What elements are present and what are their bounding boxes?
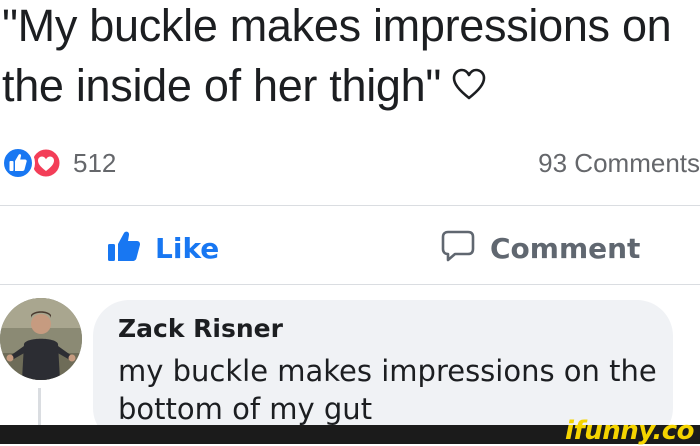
post-text-content: "My buckle makes impressions on the insi… — [2, 0, 672, 111]
heart-outline-icon — [451, 56, 487, 116]
avatar[interactable] — [0, 298, 82, 380]
reaction-count: 512 — [73, 148, 117, 178]
post-text: "My buckle makes impressions on the insi… — [2, 0, 698, 119]
ifunny-watermark: ifunny.co — [565, 416, 694, 446]
like-reaction-icon — [1, 146, 35, 180]
love-reaction-icon — [29, 146, 63, 180]
comment-author[interactable]: Zack Risner — [118, 314, 283, 343]
thumbs-up-icon — [105, 227, 143, 270]
comment-label: Comment — [490, 231, 641, 265]
divider — [0, 205, 700, 206]
like-label: Like — [155, 231, 220, 265]
thread-line — [38, 388, 41, 428]
comment-button[interactable]: Comment — [440, 228, 640, 268]
reactions-summary[interactable]: 512 93 Comments — [0, 142, 700, 182]
reaction-icons — [0, 146, 70, 180]
divider — [0, 284, 700, 285]
speech-bubble-icon — [440, 228, 476, 269]
comments-count[interactable]: 93 Comments — [538, 146, 700, 180]
like-button[interactable]: Like — [105, 228, 219, 268]
